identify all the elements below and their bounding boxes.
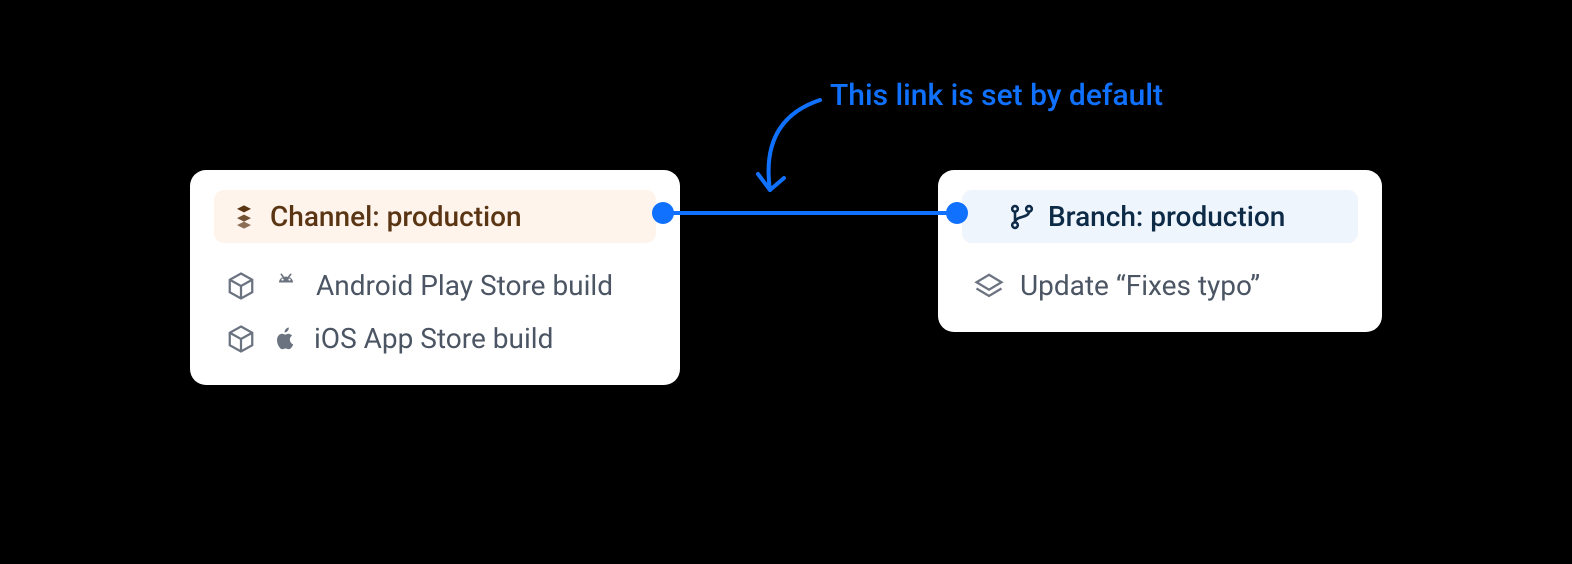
- channel-header-text: Channel: production: [270, 200, 522, 233]
- branch-header-text: Branch: production: [1048, 200, 1285, 233]
- build-row: iOS App Store build: [214, 312, 656, 365]
- cube-icon: [226, 271, 256, 301]
- channel-header: Channel: production: [214, 190, 656, 243]
- update-row: Update “Fixes typo”: [962, 259, 1358, 312]
- channel-icon: [230, 203, 258, 231]
- branch-header: Branch: production: [962, 190, 1358, 243]
- annotation-label: This link is set by default: [830, 78, 1163, 113]
- update-label: Update “Fixes typo”: [1020, 269, 1260, 302]
- android-icon: [272, 272, 300, 300]
- git-branch-icon: [1008, 203, 1036, 231]
- link-endpoint-left: [652, 202, 674, 224]
- branch-card: Branch: production Update “Fixes typo”: [938, 170, 1382, 332]
- build-label: iOS App Store build: [314, 322, 553, 355]
- channel-card: Channel: production Android Play Store b…: [190, 170, 680, 385]
- build-row: Android Play Store build: [214, 259, 656, 312]
- cube-icon: [226, 324, 256, 354]
- annotation-arrow-icon: [750, 90, 830, 210]
- link-endpoint-right: [946, 202, 968, 224]
- link-line: [663, 211, 957, 215]
- apple-icon: [272, 326, 298, 352]
- build-label: Android Play Store build: [316, 269, 613, 302]
- layers-icon: [974, 271, 1004, 301]
